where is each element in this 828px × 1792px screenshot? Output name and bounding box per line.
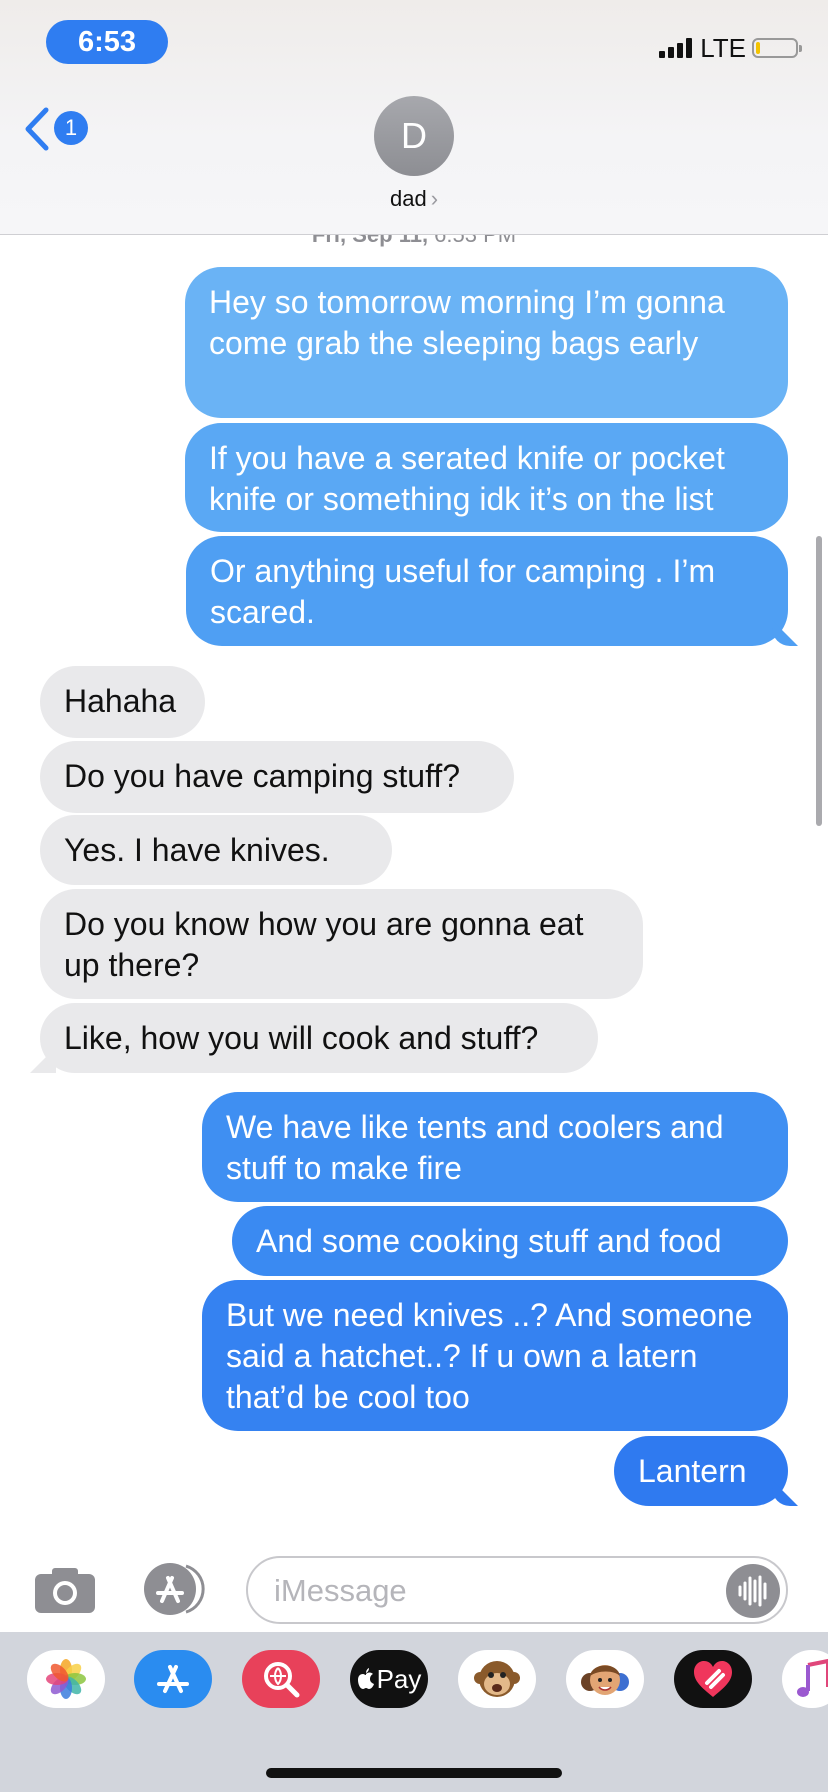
memoji-icon — [581, 1665, 629, 1695]
photos-icon — [46, 1659, 86, 1699]
message-text: But we need knives ..? And someone said … — [226, 1297, 753, 1415]
message-text: Or anything useful for camping . I’m sca… — [210, 553, 716, 630]
apple-pay-icon — [357, 1668, 374, 1689]
message-bubble-out[interactable]: Lantern — [614, 1436, 788, 1506]
music-app-button[interactable] — [782, 1650, 828, 1708]
unread-badge: 1 — [54, 111, 88, 145]
message-text: Like, how you will cook and stuff? — [64, 1020, 539, 1056]
status-time[interactable]: 6:53 — [46, 20, 168, 64]
message-text: If you have a serated knife or pocket kn… — [209, 440, 725, 517]
animoji-app-button[interactable] — [458, 1650, 536, 1708]
network-type: LTE — [700, 32, 746, 63]
message-bubble-in[interactable]: Like, how you will cook and stuff? — [40, 1003, 598, 1073]
message-text: Hahaha — [64, 683, 177, 719]
contact-name[interactable]: dad › — [0, 186, 828, 212]
apple-pay-label: Pay — [376, 1663, 422, 1694]
app-store-icon — [157, 1665, 189, 1693]
message-text: Do you have camping stuff? — [64, 758, 461, 794]
apps-button[interactable] — [140, 1562, 212, 1616]
message-bubble-in[interactable]: Do you have camping stuff? — [40, 741, 514, 813]
compose-bar: iMessage — [0, 1540, 828, 1632]
music-icon — [797, 1658, 828, 1697]
message-bubble-out[interactable]: Hey so tomorrow morning I’m gonna come g… — [185, 267, 788, 418]
message-input-placeholder: iMessage — [274, 1573, 407, 1608]
photos-app-button[interactable] — [27, 1650, 105, 1708]
digital-touch-icon — [694, 1661, 732, 1697]
audio-record-button[interactable] — [726, 1564, 780, 1618]
camera-icon — [35, 1568, 95, 1613]
audio-waveform-icon — [738, 1575, 767, 1607]
battery-icon — [752, 38, 802, 58]
battery-level — [756, 42, 760, 54]
message-bubble-out[interactable]: We have like tents and coolers and stuff… — [202, 1092, 788, 1202]
camera-button[interactable] — [34, 1566, 96, 1614]
contact-avatar[interactable]: D — [374, 96, 454, 176]
message-bubble-out[interactable]: And some cooking stuff and food — [232, 1206, 788, 1276]
app-store-icon — [144, 1563, 205, 1615]
chevron-right-icon: › — [430, 186, 439, 211]
app-store-app-button[interactable] — [134, 1650, 212, 1708]
memoji-app-button[interactable] — [566, 1650, 644, 1708]
conversation-header: 6:53 LTE 1 D dad › — [0, 0, 828, 235]
back-button[interactable]: 1 — [24, 104, 94, 154]
chevron-left-icon — [25, 107, 49, 151]
message-text: Lantern — [638, 1453, 747, 1489]
cellular-signal-icon — [659, 38, 693, 58]
message-bubble-in[interactable]: Do you know how you are gonna eat up the… — [40, 889, 643, 999]
message-text: And some cooking stuff and food — [256, 1223, 722, 1259]
home-indicator[interactable] — [266, 1768, 562, 1778]
imessage-app-drawer: Pay — [0, 1632, 828, 1792]
message-bubble-out[interactable]: Or anything useful for camping . I’m sca… — [186, 536, 788, 646]
monkey-animoji-icon — [474, 1661, 520, 1697]
message-bubble-in[interactable]: Yes. I have knives. — [40, 815, 392, 885]
message-bubble-out[interactable]: But we need knives ..? And someone said … — [202, 1280, 788, 1431]
message-bubble-out[interactable]: If you have a serated knife or pocket kn… — [185, 423, 788, 532]
message-input[interactable]: iMessage — [246, 1556, 788, 1624]
status-indicators: LTE — [659, 32, 802, 63]
message-text: We have like tents and coolers and stuff… — [226, 1109, 724, 1186]
message-text: Hey so tomorrow morning I’m gonna come g… — [209, 284, 725, 361]
digital-touch-app-button[interactable] — [674, 1650, 752, 1708]
scrollbar[interactable] — [816, 536, 822, 826]
apple-pay-app-button[interactable]: Pay — [350, 1650, 428, 1708]
message-bubble-in[interactable]: Hahaha — [40, 666, 205, 738]
image-search-app-button[interactable] — [242, 1650, 320, 1708]
image-search-icon — [264, 1662, 300, 1698]
message-text: Yes. I have knives. — [64, 832, 330, 868]
message-text: Do you know how you are gonna eat up the… — [64, 906, 584, 983]
